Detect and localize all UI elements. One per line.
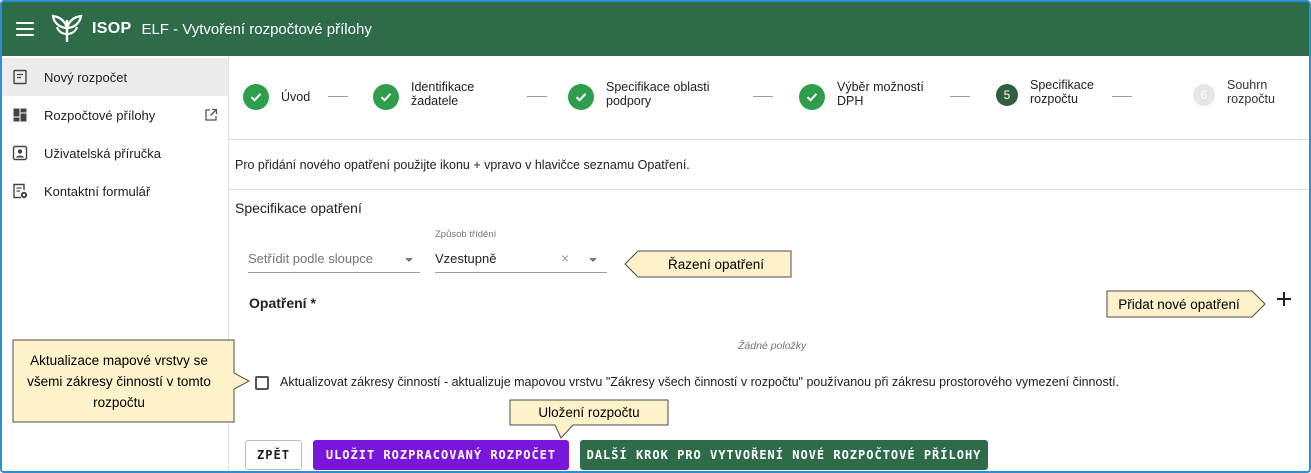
sidebar-item-label: Rozpočtové přílohy bbox=[44, 107, 156, 123]
check-icon bbox=[568, 84, 594, 110]
app-bar: ISOP ELF - Vytvoření rozpočtové přílohy bbox=[2, 2, 1309, 56]
check-icon bbox=[243, 84, 269, 110]
app-window: ISOP ELF - Vytvoření rozpočtové přílohy … bbox=[0, 0, 1311, 473]
save-callout: Uložení rozpočtu bbox=[538, 405, 640, 420]
info-text: Pro přidání nového opatření použijte iko… bbox=[235, 158, 690, 172]
dashboard-icon bbox=[12, 107, 28, 123]
step-label: Souhrn rozpočtu bbox=[1227, 78, 1275, 106]
add-icon[interactable] bbox=[1274, 289, 1294, 309]
step-budget-summary[interactable]: 6 Souhrn rozpočtu bbox=[1193, 78, 1275, 106]
open-external-icon[interactable] bbox=[204, 108, 218, 122]
menu-icon[interactable] bbox=[16, 22, 34, 36]
sidebar-item-new-budget[interactable]: Nový rozpočet bbox=[2, 58, 228, 96]
sort-column-placeholder: Setřídit podle sloupce bbox=[248, 251, 374, 266]
step-connector bbox=[950, 96, 970, 97]
sidebar-item-label: Uživatelská příručka bbox=[44, 145, 162, 161]
section-title: Specifikace opatření bbox=[235, 200, 362, 216]
step-connector bbox=[527, 96, 547, 97]
step-label: Výběr možností DPH bbox=[837, 80, 924, 108]
step-label: Úvod bbox=[281, 90, 311, 104]
update-map-layer-checkbox[interactable] bbox=[255, 376, 269, 390]
step-label: Specifikace rozpočtu bbox=[1030, 78, 1094, 106]
sidebar-item-user-guide[interactable]: Uživatelská příručka bbox=[2, 134, 228, 172]
map-update-callout: Aktualizace mapové vrstvy se všemi zákre… bbox=[27, 352, 211, 410]
step-number: 5 bbox=[996, 84, 1018, 106]
step-connector bbox=[328, 96, 348, 97]
save-draft-button[interactable]: ULOŽIT ROZPRACOVANÝ ROZPOČET bbox=[313, 440, 569, 470]
update-map-layer-label: Aktualizovat zákresy činností - aktualiz… bbox=[280, 375, 1120, 389]
empty-list-text: Žádné položky bbox=[738, 340, 807, 352]
caret-down-icon[interactable] bbox=[405, 258, 413, 262]
step-connector bbox=[1112, 96, 1132, 97]
brand-name: ISOP bbox=[92, 20, 132, 37]
sidebar-item-contact-form[interactable]: Kontaktní formulář bbox=[2, 172, 228, 210]
step-number: 6 bbox=[1193, 84, 1215, 106]
contact-form-icon bbox=[12, 183, 28, 199]
sorting-callout: Řazení opatření bbox=[667, 256, 765, 272]
sort-order-select[interactable]: Způsob třídění Vzestupně × bbox=[435, 229, 607, 273]
step-applicant-identification[interactable]: Identifikace žadatele bbox=[373, 78, 474, 110]
back-button[interactable]: ZPĚT bbox=[245, 440, 302, 470]
sidebar-item-label: Nový rozpočet bbox=[44, 69, 128, 85]
sort-order-label: Způsob třídění bbox=[435, 229, 497, 240]
clear-icon[interactable]: × bbox=[561, 250, 569, 266]
caret-down-icon[interactable] bbox=[589, 258, 597, 262]
sort-order-value: Vzestupně bbox=[435, 251, 497, 266]
check-icon bbox=[373, 84, 399, 110]
divider bbox=[229, 189, 1309, 190]
next-step-button[interactable]: DALŠÍ KROK PRO VYTVOŘENÍ NOVÉ ROZPOČTOVÉ… bbox=[580, 440, 988, 470]
app-title: ELF - Vytvoření rozpočtové přílohy bbox=[141, 20, 372, 38]
sort-column-select[interactable]: Setřídit podle sloupce bbox=[248, 245, 420, 273]
step-label: Identifikace žadatele bbox=[411, 80, 475, 108]
step-intro[interactable]: Úvod bbox=[243, 84, 310, 110]
user-guide-icon bbox=[12, 145, 28, 161]
step-label: Specifikace oblasti podpory bbox=[606, 80, 710, 108]
add-callout: Přidat nové opatření bbox=[1118, 296, 1240, 312]
step-vat-options[interactable]: Výběr možností DPH bbox=[799, 78, 924, 110]
step-connector bbox=[753, 96, 773, 97]
step-support-area[interactable]: Specifikace oblasti podpory bbox=[568, 78, 710, 110]
isop-logo bbox=[51, 14, 83, 42]
check-icon bbox=[799, 84, 825, 110]
new-budget-icon bbox=[12, 69, 28, 85]
stepper: Úvod Identifikace žadatele Specifikace o… bbox=[229, 56, 1309, 140]
sidebar-item-label: Kontaktní formulář bbox=[44, 183, 151, 199]
sidebar-item-budget-attachments[interactable]: Rozpočtové přílohy bbox=[2, 96, 228, 134]
step-budget-specification[interactable]: 5 Specifikace rozpočtu bbox=[996, 78, 1094, 106]
list-title: Opatření * bbox=[249, 295, 316, 311]
